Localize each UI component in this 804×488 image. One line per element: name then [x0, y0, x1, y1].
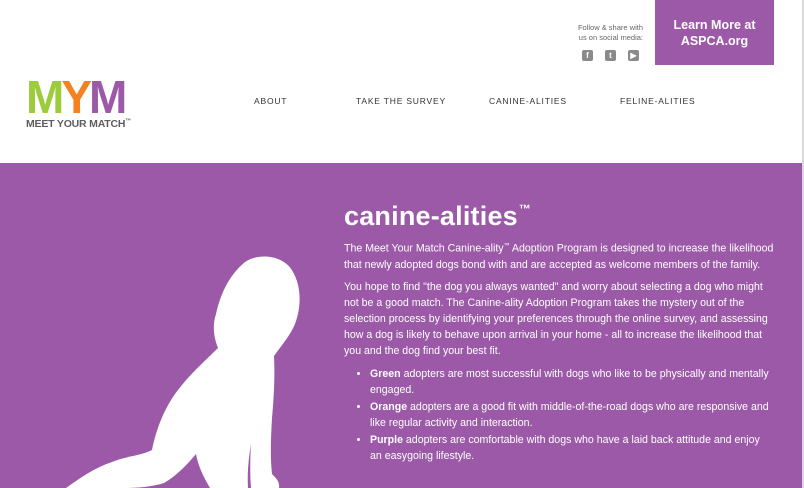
nav-about[interactable]: ABOUT — [254, 96, 287, 106]
adopter-list: Green adopters are most successful with … — [344, 366, 774, 464]
facebook-icon[interactable]: f — [582, 50, 593, 61]
nav-take-the-survey[interactable]: TAKE THE SURVEY — [356, 96, 446, 106]
intro-paragraph: The Meet Your Match Canine-ality™ Adopti… — [344, 242, 774, 271]
main-nav: ABOUT TAKE THE SURVEY CANINE-ALITIES FEL… — [0, 96, 802, 110]
page: M Y M MEET YOUR MATCH™ ABOUT TAKE THE SU… — [0, 0, 804, 488]
main-content: canine-alities™ The Meet Your Match Cani… — [344, 193, 774, 465]
youtube-icon[interactable]: ▶ — [628, 50, 639, 61]
list-item-orange: Orange adopters are a good fit with midd… — [370, 399, 774, 431]
twitter-icon[interactable]: t — [605, 50, 616, 61]
social-icons: f t ▶ — [582, 50, 639, 61]
page-title: canine-alities™ — [344, 201, 532, 231]
social-follow-text: Follow & share with us on social media: — [577, 23, 643, 42]
nav-canine-alities[interactable]: CANINE-ALITIES — [489, 96, 567, 106]
nav-feline-alities[interactable]: FELINE-ALITIES — [620, 96, 695, 106]
learn-more-aspca-button[interactable]: Learn More at ASPCA.org — [655, 0, 774, 65]
dog-silhouette — [66, 256, 300, 488]
list-item-purple: Purple adopters are comfortable with dog… — [370, 432, 774, 464]
logo-subtitle: MEET YOUR MATCH™ — [26, 118, 132, 130]
site-header: M Y M MEET YOUR MATCH™ ABOUT TAKE THE SU… — [0, 0, 802, 163]
description-paragraph: You hope to find "the dog you always wan… — [344, 280, 768, 357]
list-item-green: Green adopters are most successful with … — [370, 366, 774, 398]
